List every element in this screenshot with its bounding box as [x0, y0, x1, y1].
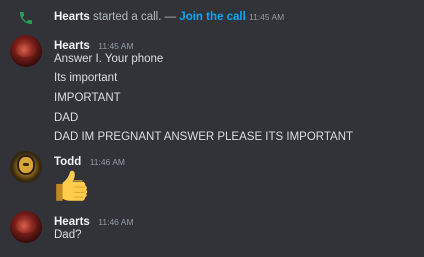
- message-text: Its important: [54, 72, 118, 84]
- chat-messages: Hearts started a call. — Join the call 1…: [0, 0, 424, 257]
- phone-icon: [20, 12, 32, 24]
- message-text: DAD IM PREGNANT ANSWER PLEASE ITS IMPORT…: [54, 131, 354, 143]
- avatar[interactable]: [10, 151, 42, 183]
- system-text: Hearts started a call. — Join the call 1…: [54, 10, 284, 24]
- avatar[interactable]: [10, 35, 42, 67]
- message-timestamp: 11:45 AM: [98, 41, 134, 51]
- message-header: Todd 11:46 AM: [54, 152, 125, 168]
- call-author[interactable]: Hearts: [54, 11, 90, 23]
- thumbs-up-icon: [56, 170, 88, 201]
- call-timestamp: 11:45 AM: [248, 12, 285, 22]
- message-text: Dad?: [54, 229, 82, 241]
- message-text: Answer I. Your phone: [54, 53, 164, 65]
- message-text: IMPORTANT: [54, 92, 121, 104]
- message-author[interactable]: Hearts: [54, 216, 90, 228]
- call-system-message: Hearts started a call. — Join the call 1…: [0, 8, 424, 26]
- message-header: Hearts 11:46 AM: [54, 212, 134, 228]
- message-timestamp: 11:46 AM: [98, 217, 134, 227]
- message-header: Hearts 11:45 AM: [54, 36, 134, 52]
- message-timestamp: 11:46 AM: [89, 157, 125, 167]
- avatar[interactable]: [10, 211, 42, 243]
- call-action-text: started a call. —: [89, 11, 180, 23]
- join-call-link[interactable]: Join the call: [179, 11, 245, 23]
- message-author[interactable]: Hearts: [54, 40, 90, 52]
- message-text: DAD: [54, 112, 79, 124]
